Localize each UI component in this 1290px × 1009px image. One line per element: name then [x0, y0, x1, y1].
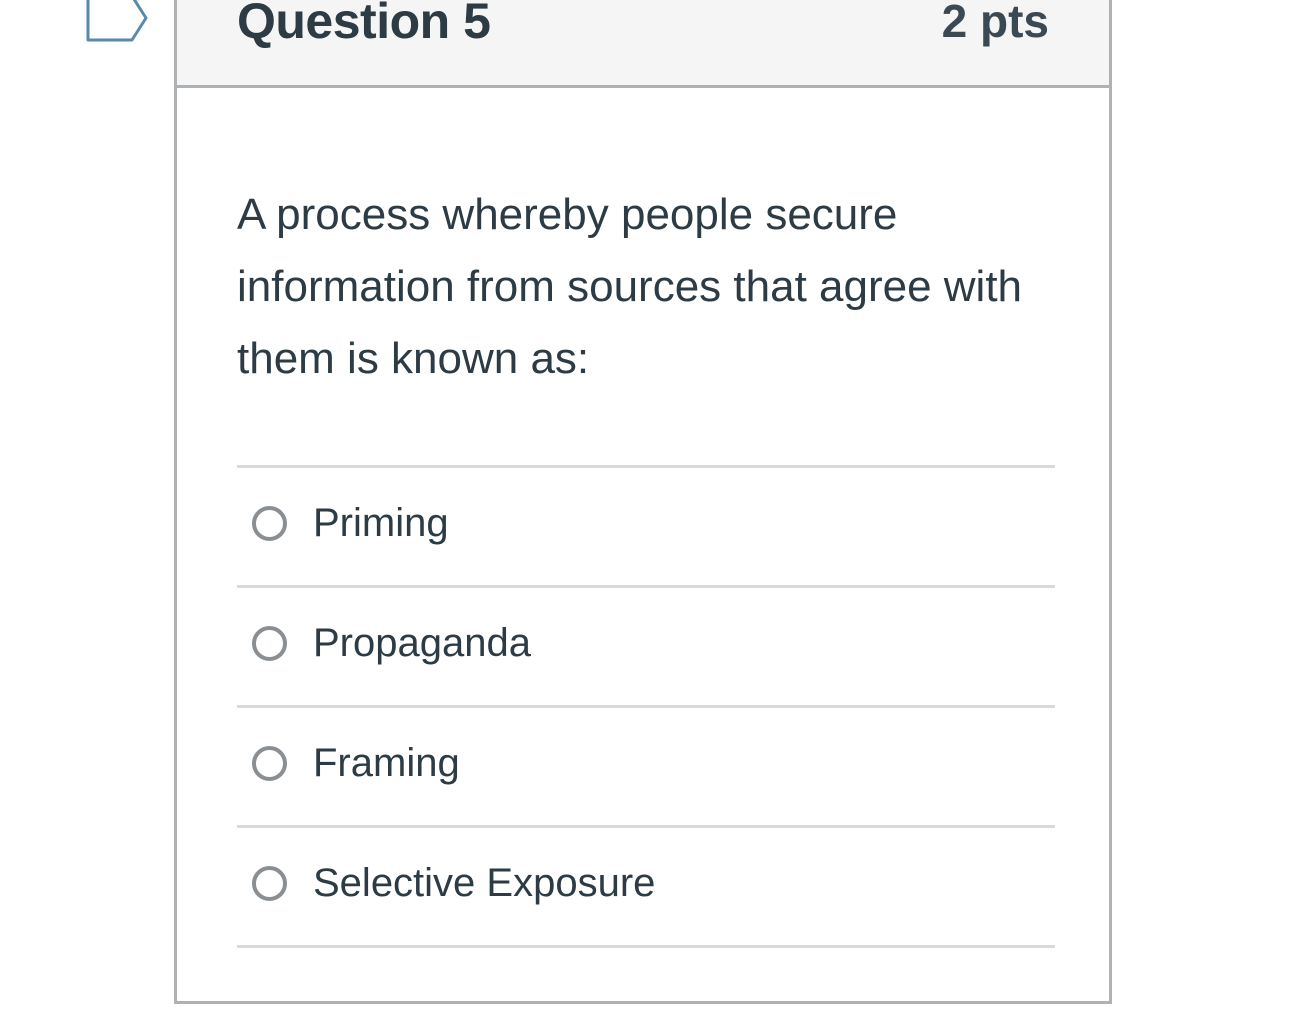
answer-label[interactable]: Priming: [313, 498, 449, 548]
radio-button[interactable]: [252, 506, 287, 541]
answer-option-selective-exposure[interactable]: Selective Exposure: [237, 828, 1055, 948]
answer-option-priming[interactable]: Priming: [237, 468, 1055, 588]
radio-button[interactable]: [252, 746, 287, 781]
question-header: Question 5 2 pts: [177, 0, 1109, 88]
question-text: A process whereby people secure informat…: [237, 190, 1023, 383]
question-card: Question 5 2 pts A process whereby peopl…: [174, 0, 1112, 1004]
answer-label[interactable]: Propaganda: [313, 618, 531, 668]
answer-label[interactable]: Framing: [313, 738, 460, 788]
flag-question-icon[interactable]: [84, 0, 150, 44]
radio-button[interactable]: [252, 866, 287, 901]
radio-button[interactable]: [252, 626, 287, 661]
question-points: 2 pts: [941, 0, 1049, 47]
answer-option-propaganda[interactable]: Propaganda: [237, 588, 1055, 708]
answer-label[interactable]: Selective Exposure: [313, 858, 655, 908]
question-title: Question 5: [237, 0, 491, 49]
answer-list: Priming Propaganda Framing Selective Exp…: [237, 465, 1055, 948]
answer-option-framing[interactable]: Framing: [237, 708, 1055, 828]
